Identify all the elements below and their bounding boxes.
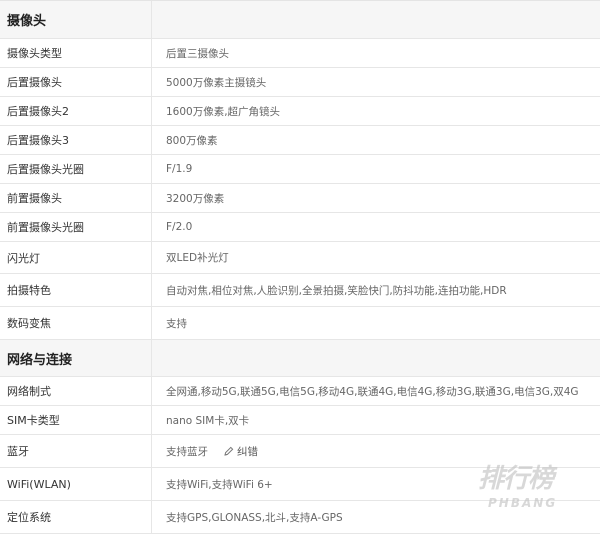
spec-value: 双LED补光灯: [166, 252, 229, 264]
spec-row: 后置摄像头光圈 F/1.9: [0, 155, 600, 184]
spec-key: SIM卡类型: [0, 406, 152, 434]
spec-key: 后置摄像头2: [0, 97, 152, 125]
spec-key: 拍摄特色: [0, 274, 152, 306]
spec-key: WiFi(WLAN): [0, 468, 152, 500]
spec-value: 5000万像素主摄镜头: [166, 76, 267, 89]
spec-key: 后置摄像头: [0, 68, 152, 96]
spec-value: 支持: [166, 317, 187, 330]
spec-row: WiFi(WLAN) 支持WiFi,支持WiFi 6+: [0, 468, 600, 501]
spec-key: 后置摄像头光圈: [0, 155, 152, 183]
spec-value: nano SIM卡,双卡: [166, 414, 250, 427]
spec-value: 自动对焦,相位对焦,人脸识别,全景拍摄,笑脸快门,防抖功能,连拍功能,HDR: [166, 284, 507, 297]
section-header-camera: 摄像头: [0, 1, 600, 39]
spec-key: 蓝牙: [0, 435, 152, 467]
spec-row: 前置摄像头 3200万像素: [0, 184, 600, 213]
spec-value: F/1.9: [166, 163, 193, 175]
spec-row: 后置摄像头2 1600万像素,超广角镜头: [0, 97, 600, 126]
spec-key: 定位系统: [0, 501, 152, 533]
spec-row: 后置摄像头 5000万像素主摄镜头: [0, 68, 600, 97]
error-correction-label[interactable]: 纠错: [237, 444, 258, 459]
spec-value: 全网通,移动5G,联通5G,电信5G,移动4G,联通4G,电信4G,移动3G,联…: [166, 385, 579, 398]
section-title: 网络与连接: [0, 340, 152, 376]
spec-row: 蓝牙 支持蓝牙 纠错: [0, 435, 600, 468]
spec-value: 支持WiFi,支持WiFi 6+: [166, 478, 273, 491]
spec-value: 支持蓝牙: [166, 445, 208, 458]
spec-value: 1600万像素,超广角镜头: [166, 105, 281, 118]
spec-row: 摄像头类型 后置三摄像头: [0, 39, 600, 68]
spec-row: 前置摄像头光圈 F/2.0: [0, 213, 600, 242]
spec-key: 网络制式: [0, 377, 152, 405]
spec-row: 拍摄特色 自动对焦,相位对焦,人脸识别,全景拍摄,笑脸快门,防抖功能,连拍功能,…: [0, 274, 600, 307]
pencil-icon: [224, 446, 234, 456]
spec-key: 数码变焦: [0, 307, 152, 339]
spec-key: 前置摄像头光圈: [0, 213, 152, 241]
spec-table: 摄像头 摄像头类型 后置三摄像头 后置摄像头 5000万像素主摄镜头 后置摄像头…: [0, 0, 600, 534]
spec-row: 数码变焦 支持: [0, 307, 600, 340]
spec-row: 闪光灯 双LED补光灯: [0, 242, 600, 274]
spec-key: 前置摄像头: [0, 184, 152, 212]
spec-row: 后置摄像头3 800万像素: [0, 126, 600, 155]
spec-key: 闪光灯: [0, 242, 152, 273]
error-correction-link[interactable]: 纠错: [224, 444, 258, 459]
spec-row: SIM卡类型 nano SIM卡,双卡: [0, 406, 600, 435]
spec-value: 后置三摄像头: [166, 47, 229, 60]
section-title: 摄像头: [0, 1, 152, 38]
spec-row: 定位系统 支持GPS,GLONASS,北斗,支持A-GPS: [0, 501, 600, 534]
spec-value: 3200万像素: [166, 192, 225, 205]
section-header-network: 网络与连接: [0, 340, 600, 377]
spec-key: 摄像头类型: [0, 39, 152, 67]
spec-value: 800万像素: [166, 134, 218, 147]
spec-value: 支持GPS,GLONASS,北斗,支持A-GPS: [166, 511, 343, 524]
spec-row: 网络制式 全网通,移动5G,联通5G,电信5G,移动4G,联通4G,电信4G,移…: [0, 377, 600, 406]
spec-key: 后置摄像头3: [0, 126, 152, 154]
spec-value: F/2.0: [166, 221, 193, 233]
